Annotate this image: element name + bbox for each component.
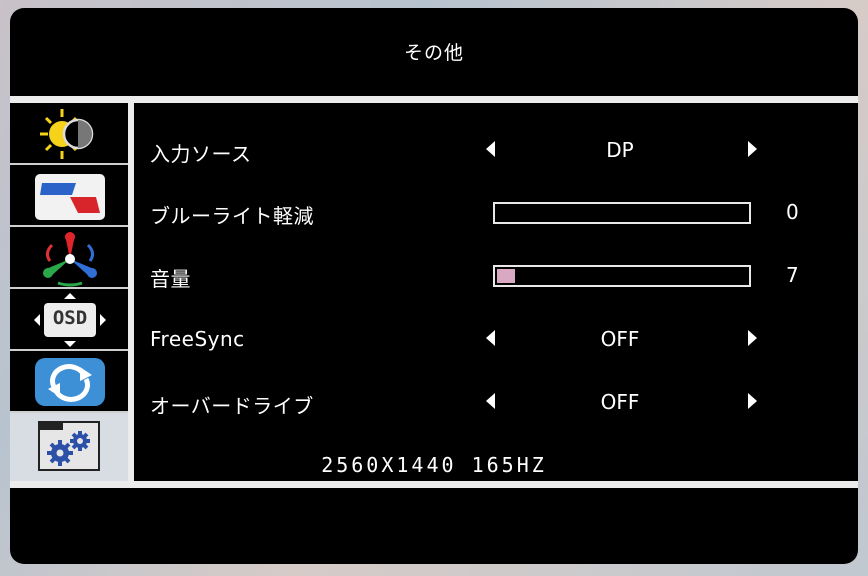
blue-light-value: 0	[786, 200, 799, 224]
sidebar-item-osd[interactable]: OSD	[10, 289, 128, 351]
page-title: その他	[403, 42, 464, 64]
freesync-value: OFF	[600, 327, 640, 351]
input-source-value: DP	[606, 138, 634, 162]
input-source-label: 入力ソース	[150, 142, 252, 166]
sidebar-item-picture[interactable]	[10, 165, 128, 227]
osd-menu: その他 OSD 入力ソース DP ブルーライト軽減 0 音量 7 FreeSyn…	[10, 8, 858, 564]
sidebar-item-color[interactable]	[10, 227, 128, 289]
sidebar: OSD	[10, 103, 128, 481]
osd-icon-label: OSD	[52, 307, 88, 329]
volume-label: 音量	[150, 267, 191, 291]
row-freesync[interactable]: FreeSync OFF	[150, 319, 830, 359]
resolution-status: 2560X1440 165HZ	[321, 453, 547, 477]
row-overdrive[interactable]: オーバードライブ OFF	[150, 382, 830, 422]
color-icon	[38, 231, 102, 287]
top-divider	[10, 96, 858, 103]
sidebar-divider	[128, 103, 134, 481]
row-volume[interactable]: 音量 7	[150, 255, 830, 295]
arrow-right-icon[interactable]	[748, 141, 757, 157]
sidebar-item-reset[interactable]	[10, 351, 128, 413]
bottom-divider	[10, 481, 858, 488]
overdrive-label: オーバードライブ	[150, 394, 314, 418]
reset-icon	[34, 357, 106, 407]
picture-icon	[34, 173, 106, 221]
sidebar-item-brightness[interactable]	[10, 103, 128, 165]
arrow-right-icon[interactable]	[748, 330, 757, 346]
freesync-label: FreeSync	[150, 327, 245, 351]
blue-light-slider[interactable]	[493, 202, 751, 224]
arrow-left-icon[interactable]	[486, 141, 495, 157]
arrow-left-icon[interactable]	[486, 330, 495, 346]
volume-slider-fill	[497, 269, 515, 283]
arrow-right-icon[interactable]	[748, 393, 757, 409]
osd-icon: OSD	[32, 291, 108, 349]
arrow-left-icon[interactable]	[486, 393, 495, 409]
row-input-source[interactable]: 入力ソース DP	[150, 130, 830, 170]
volume-slider[interactable]	[493, 265, 751, 287]
row-blue-light[interactable]: ブルーライト軽減 0	[150, 192, 830, 232]
overdrive-value: OFF	[600, 390, 640, 414]
volume-value: 7	[786, 263, 799, 287]
blue-light-label: ブルーライト軽減	[150, 204, 314, 228]
brightness-contrast-icon	[38, 107, 100, 161]
